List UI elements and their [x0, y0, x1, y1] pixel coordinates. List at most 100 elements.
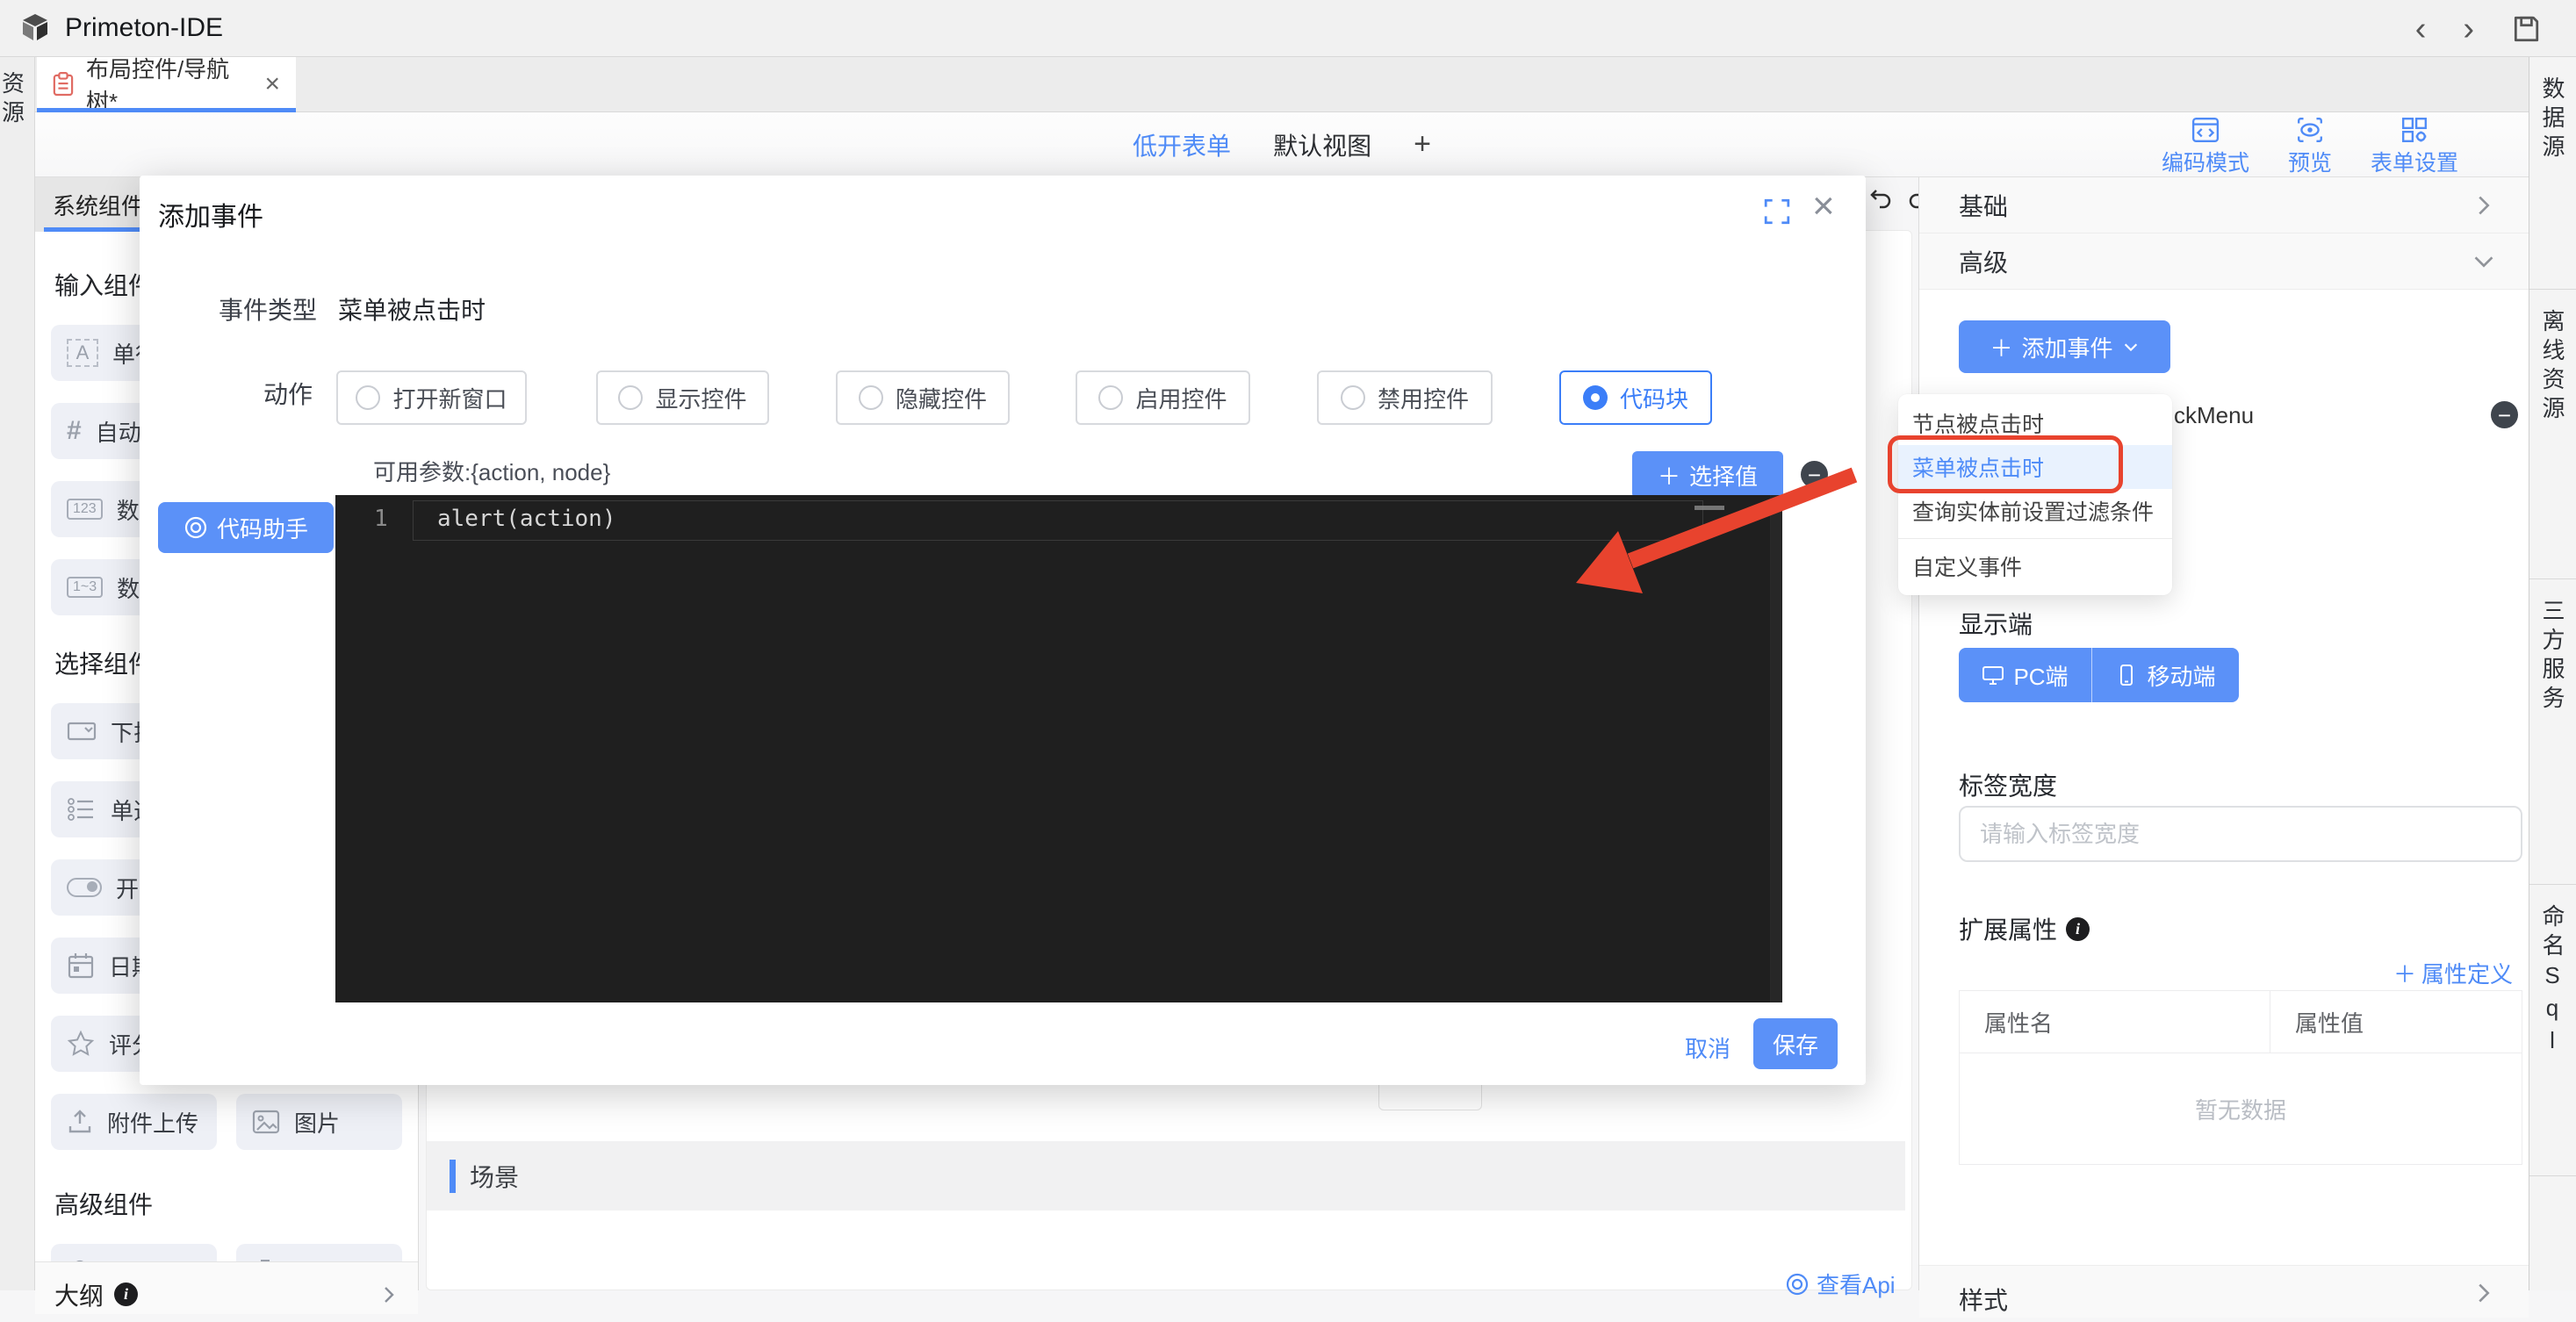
- menu-item-node-clicked[interactable]: 节点被点击时: [1898, 401, 2172, 445]
- col-prop-name: 属性名: [1960, 991, 2270, 1053]
- action-hide-control[interactable]: 隐藏控件: [836, 370, 1010, 425]
- code-assistant-button[interactable]: 代码助手: [158, 502, 334, 553]
- scene-section-bar[interactable]: 场景: [427, 1141, 1905, 1211]
- outline-footer[interactable]: 大纲 i: [35, 1261, 418, 1314]
- ext-props-table: 属性名 属性值 暂无数据: [1959, 990, 2522, 1165]
- sidebar-tab-system-components[interactable]: 系统组件: [53, 189, 144, 221]
- radio-icon: [859, 385, 883, 410]
- chevron-right-icon: [2472, 194, 2495, 217]
- display-side-segment: PC端 移动端: [1959, 648, 2239, 702]
- nav-back-icon[interactable]: ‹: [2415, 12, 2427, 46]
- tab-default-view[interactable]: 默认视图: [1273, 127, 1371, 162]
- remove-event-icon[interactable]: −: [2491, 401, 2518, 428]
- section-advanced-components: 高级组件: [54, 1186, 402, 1221]
- label-width-label: 标签宽度: [1959, 767, 2057, 802]
- select-value-button[interactable]: ＋ 选择值: [1632, 451, 1783, 499]
- undo-icon[interactable]: [1867, 186, 1894, 212]
- save-icon[interactable]: [2511, 14, 2541, 44]
- document-tab[interactable]: 布局控件/导航树* ×: [37, 57, 296, 111]
- menu-item-custom-event[interactable]: 自定义事件: [1898, 544, 2172, 588]
- radio-selected-icon: [1583, 385, 1608, 410]
- modal-close-icon[interactable]: ×: [1812, 184, 1835, 228]
- preview-button[interactable]: 预览: [2288, 116, 2332, 177]
- action-open-new-window[interactable]: 打开新窗口: [336, 370, 527, 425]
- api-icon: [1785, 1272, 1810, 1297]
- menu-divider: [1898, 538, 2172, 539]
- menu-item-filter-before-query[interactable]: 查询实体前设置过滤条件: [1898, 489, 2172, 533]
- label-width-input[interactable]: [1959, 806, 2522, 862]
- hash-icon: #: [67, 416, 82, 446]
- form-settings-button[interactable]: 表单设置: [2371, 116, 2458, 177]
- monitor-icon: [1982, 664, 2004, 686]
- modal-title: 添加事件: [158, 195, 263, 234]
- radio-icon: [618, 385, 643, 410]
- add-event-button[interactable]: ＋ 添加事件: [1959, 320, 2170, 373]
- plus-icon: ＋: [1990, 331, 2012, 363]
- rail-tab-resources[interactable]: 资源: [6, 71, 29, 129]
- app-topbar: Primeton-IDE ‹ ›: [0, 0, 2576, 57]
- action-code-block[interactable]: 代码块: [1559, 370, 1712, 425]
- tab-close-icon[interactable]: ×: [264, 69, 280, 99]
- rail-tab-offline-resources[interactable]: 离线资源: [2529, 290, 2576, 579]
- plus-icon: ＋: [1658, 459, 1680, 492]
- left-rail: 资源: [0, 57, 35, 1290]
- add-view-icon[interactable]: +: [1414, 127, 1431, 162]
- fullscreen-icon[interactable]: [1763, 198, 1791, 226]
- save-button[interactable]: 保存: [1753, 1018, 1838, 1069]
- property-panel: 基础 高级 ＋ 添加事件 ckMenu − 显示端 PC端: [1918, 177, 2529, 1290]
- table-empty-text: 暂无数据: [1960, 1053, 2522, 1164]
- code-editor[interactable]: 1 alert(action): [335, 495, 1782, 1002]
- section-style[interactable]: 样式: [1919, 1265, 2529, 1318]
- minimap: [1695, 506, 1724, 510]
- tab-lowcode-form[interactable]: 低开表单: [1133, 127, 1231, 162]
- plus-icon: ＋: [2393, 957, 2416, 989]
- code-mode-button[interactable]: 编码模式: [2162, 116, 2249, 177]
- available-params-label: 可用参数:{action, node}: [373, 455, 610, 487]
- document-icon: [53, 71, 74, 97]
- scene-title: 场景: [470, 1159, 519, 1194]
- line-number: 1: [374, 506, 388, 532]
- ext-props-label: 扩展属性: [1959, 911, 2057, 946]
- display-side-label: 显示端: [1959, 606, 2033, 641]
- rail-tab-third-party-services[interactable]: 三方服务: [2529, 579, 2576, 885]
- view-api-link[interactable]: 查看Api: [1785, 1268, 1896, 1300]
- app-logo-icon: [18, 11, 53, 46]
- text-a-icon: A: [67, 339, 98, 367]
- star-icon: [67, 1030, 95, 1058]
- mobile-side-button[interactable]: 移动端: [2092, 648, 2239, 702]
- action-disable-control[interactable]: 禁用控件: [1317, 370, 1493, 425]
- action-enable-control[interactable]: 启用控件: [1076, 370, 1250, 425]
- cancel-button[interactable]: 取消: [1685, 1031, 1731, 1064]
- event-type-label: 事件类型: [219, 291, 317, 327]
- radio-icon: [1098, 385, 1123, 410]
- number-range-icon: 1~3: [67, 577, 103, 598]
- app-title: Primeton-IDE: [65, 13, 223, 43]
- phone-icon: [2115, 664, 2138, 686]
- chevron-right-icon: [2472, 1282, 2495, 1304]
- component-image[interactable]: 图片: [236, 1094, 402, 1150]
- action-label: 动作: [263, 376, 313, 411]
- code-content: alert(action): [437, 506, 616, 532]
- code-assistant-icon: [183, 515, 208, 540]
- outline-chevron-right-icon: [379, 1285, 399, 1304]
- prop-define-link[interactable]: ＋ 属性定义: [2393, 957, 2513, 989]
- chevron-down-icon: [2122, 338, 2140, 356]
- calendar-icon: [67, 952, 95, 980]
- add-event-modal: 添加事件 × 事件类型 菜单被点击时 动作 打开新窗口 显示控件 隐藏控件 启用…: [140, 176, 1866, 1085]
- event-name-fragment: ckMenu: [2174, 402, 2254, 429]
- rail-tab-named-sql[interactable]: 命名Sql: [2529, 885, 2576, 1176]
- menu-item-menu-clicked[interactable]: 菜单被点击时: [1898, 445, 2172, 489]
- component-attachment-upload[interactable]: 附件上传: [51, 1094, 217, 1150]
- document-tabbar: 布局控件/导航树* ×: [35, 57, 2529, 112]
- remove-code-block-icon[interactable]: −: [1801, 461, 1828, 488]
- radio-icon: [1341, 385, 1365, 410]
- editor-scrollbar[interactable]: [1770, 495, 1782, 1002]
- upload-icon: [67, 1109, 93, 1135]
- action-show-control[interactable]: 显示控件: [596, 370, 769, 425]
- radio-icon: [356, 385, 380, 410]
- nav-forward-icon[interactable]: ›: [2463, 12, 2474, 46]
- pc-side-button[interactable]: PC端: [1959, 648, 2092, 702]
- section-advanced[interactable]: 高级: [1919, 234, 2529, 290]
- section-basic[interactable]: 基础: [1919, 177, 2529, 234]
- rail-tab-datasource[interactable]: 数据源: [2529, 57, 2576, 290]
